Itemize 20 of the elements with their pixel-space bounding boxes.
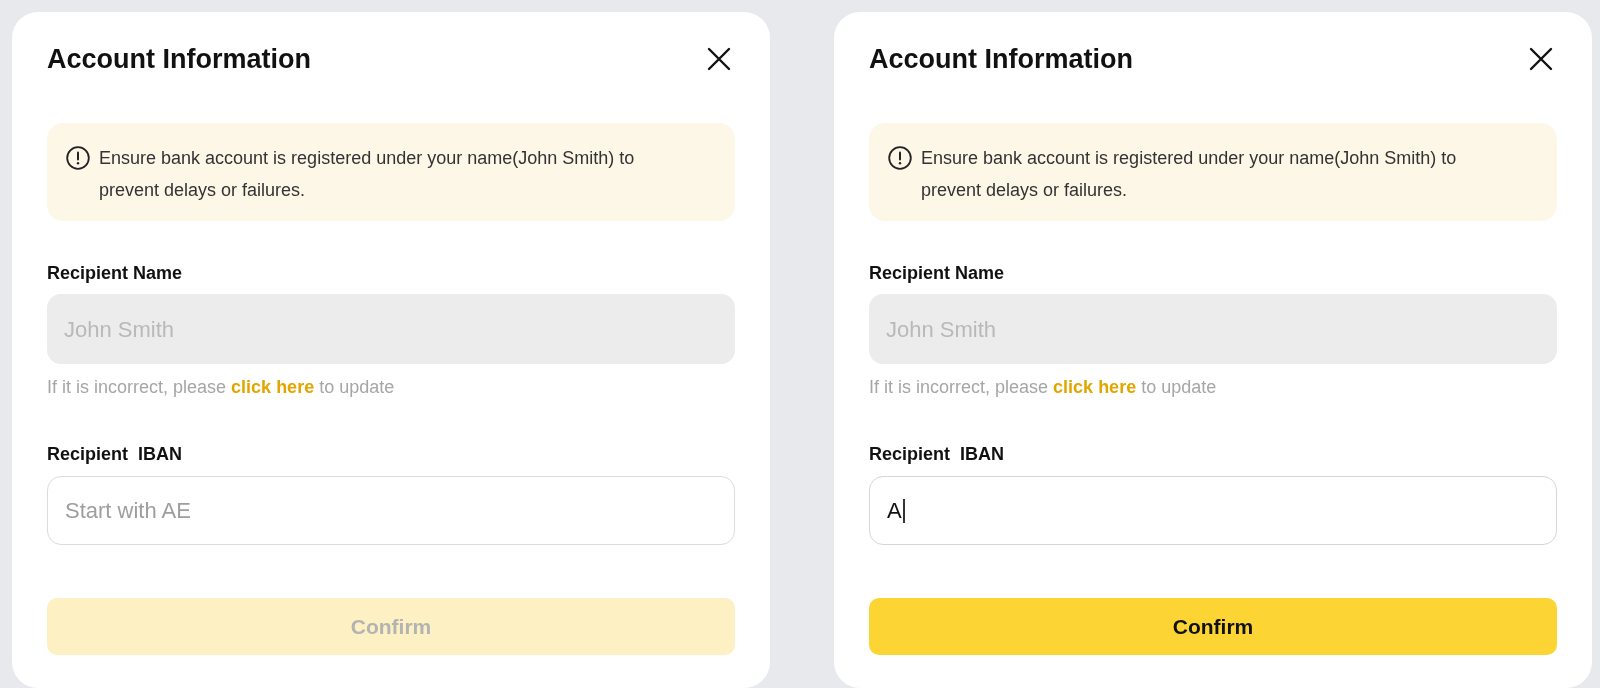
confirm-button[interactable]: Confirm bbox=[869, 598, 1557, 655]
recipient-name-label: Recipient Name bbox=[869, 262, 1006, 285]
hint-text: If it is incorrect, please click here to update bbox=[869, 376, 1218, 399]
iban-field[interactable]: Start with AE bbox=[47, 476, 735, 545]
notice-text: Ensure bank account is registered under your name(John Smith) to prevent delays or failures. bbox=[921, 147, 1458, 202]
recipient-iban-label: Recipient IBAN bbox=[869, 443, 1006, 466]
update-link[interactable]: click here bbox=[231, 377, 315, 397]
dialog-title: Account Information bbox=[869, 44, 1133, 74]
recipient-iban-label: Recipient IBAN bbox=[47, 443, 184, 466]
exclamation-circle-icon bbox=[66, 146, 90, 170]
notice-text: Ensure bank account is registered under your name(John Smith) to prevent delays or failures. bbox=[99, 147, 636, 202]
iban-field[interactable]: A bbox=[869, 476, 1557, 545]
recipient-name-label: Recipient Name bbox=[47, 262, 184, 285]
update-link[interactable]: click here bbox=[1053, 377, 1137, 397]
exclamation-circle-icon bbox=[888, 146, 912, 170]
hint-text: If it is incorrect, please click here to update bbox=[47, 376, 396, 399]
dialog-title: Account Information bbox=[47, 44, 311, 74]
text-cursor-icon bbox=[902, 498, 905, 523]
close-button[interactable] bbox=[707, 47, 731, 71]
close-button[interactable] bbox=[1529, 47, 1553, 71]
